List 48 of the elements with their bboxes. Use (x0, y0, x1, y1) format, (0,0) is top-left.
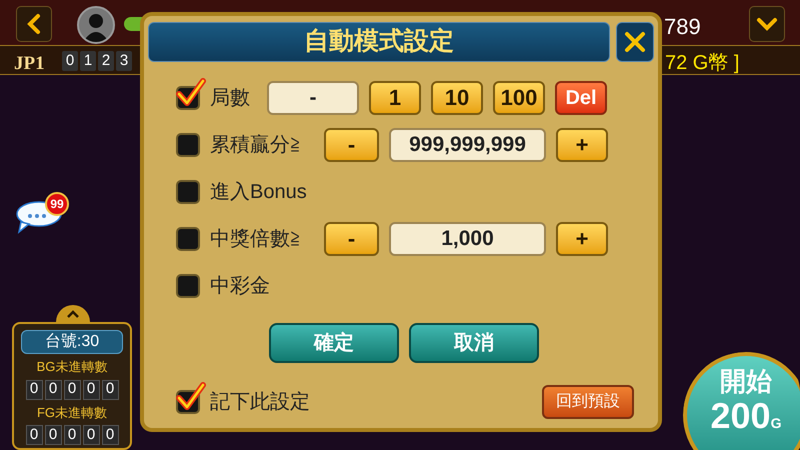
minus-button[interactable]: - (324, 128, 379, 162)
counter-label: BG未進轉數 (36, 358, 108, 376)
option-label: 累積贏分≧ (210, 132, 303, 158)
back-button[interactable] (16, 6, 52, 42)
chevron-left-icon (26, 13, 42, 35)
option-label: 進入Bonus (210, 180, 308, 204)
close-button[interactable] (616, 22, 654, 62)
jackpot-digit: 0 (62, 51, 78, 71)
minus-button[interactable]: - (324, 222, 379, 256)
counter-digit: 0 (26, 380, 42, 400)
close-icon (624, 31, 646, 53)
remember-label: 記下此設定 (210, 390, 310, 415)
checkbox[interactable] (176, 78, 208, 110)
counter-digit: 0 (44, 425, 62, 445)
value-field[interactable]: 999,999,999 (389, 128, 546, 162)
count-field[interactable]: - (267, 80, 359, 114)
counter-digit: 0 (102, 425, 118, 445)
counter-digit: 0 (26, 425, 42, 445)
header-number: 789 (664, 13, 701, 41)
number-button[interactable]: 10 (431, 80, 483, 114)
caret-up-icon (67, 310, 79, 318)
plus-button[interactable]: + (556, 128, 608, 162)
option-label: 中彩金 (210, 274, 271, 298)
jackpot-label: JP1 (14, 52, 45, 76)
option-label: 中獎倍數≧ (210, 226, 303, 252)
number-button[interactable]: 100 (493, 80, 545, 114)
number-button[interactable]: 1 (369, 80, 421, 114)
jackpot-digit: 3 (116, 51, 132, 71)
jackpot-digit: 1 (80, 51, 96, 71)
counter-digit: 0 (44, 380, 62, 400)
table-number: 台號:30 (21, 330, 123, 354)
counter-digit: 0 (82, 425, 100, 445)
dialog-title-bar: 自動模式設定 (148, 22, 610, 62)
chevron-down-icon (756, 17, 778, 31)
counter-digit: 0 (64, 380, 80, 400)
counter-label: FG未進轉數 (36, 404, 108, 422)
option-label: 局數 (210, 86, 251, 110)
notification-badge: 99 (45, 192, 69, 216)
value-field[interactable]: 1,000 (389, 222, 546, 256)
checkbox[interactable] (176, 382, 208, 414)
counter-digit: 0 (102, 380, 118, 400)
counter-digit: 0 (64, 425, 80, 445)
dropdown-button[interactable] (749, 6, 785, 42)
plus-button[interactable]: + (556, 222, 608, 256)
panel-toggle[interactable] (56, 305, 90, 323)
counter-digit: 0 (82, 380, 100, 400)
jackpot-digit: 2 (98, 51, 114, 71)
credit-text: 72 G幣 ] (665, 51, 740, 76)
